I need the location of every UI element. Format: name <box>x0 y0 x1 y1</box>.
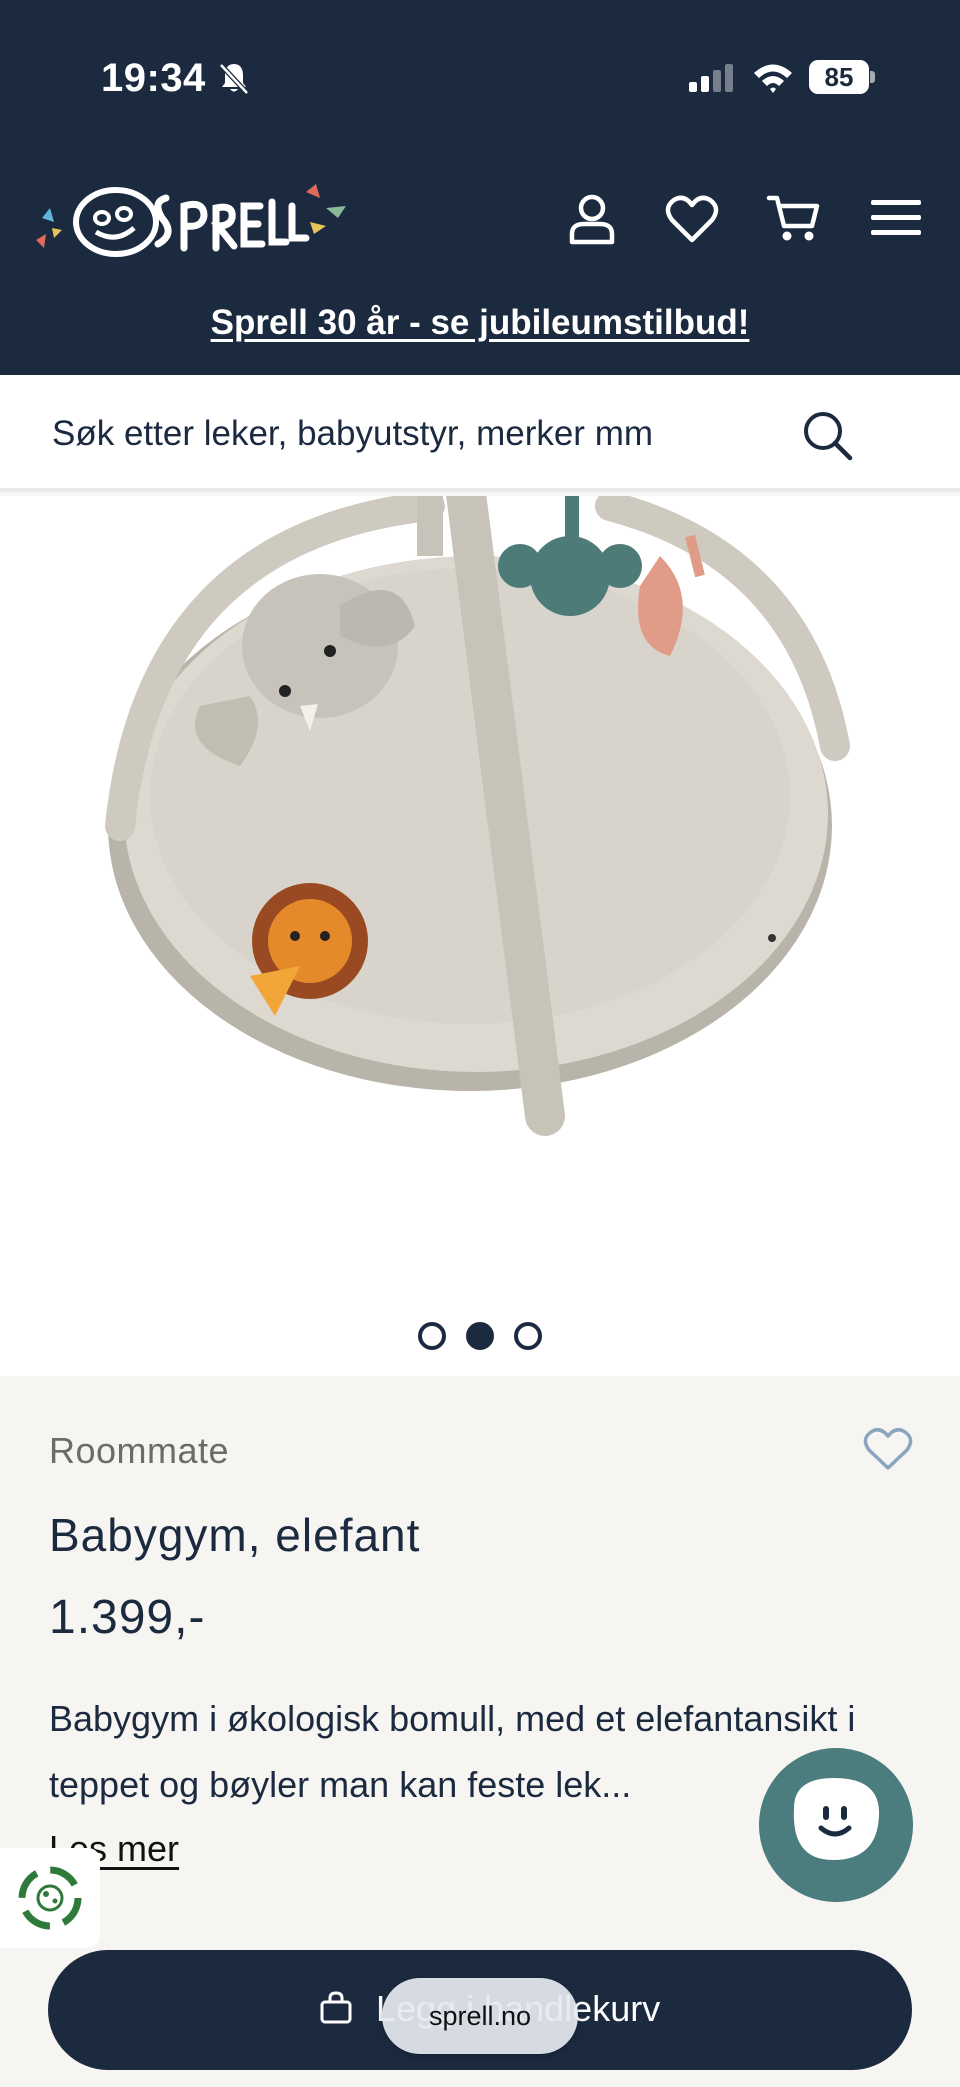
wishlist-heart-icon[interactable] <box>664 190 720 246</box>
chat-support-button[interactable] <box>759 1748 913 1902</box>
account-icon[interactable] <box>564 190 620 246</box>
cellular-signal-icon <box>689 64 733 92</box>
battery-cap <box>870 71 875 83</box>
promo-banner-link[interactable]: Sprell 30 år - se jubileumstilbud! <box>0 303 960 343</box>
browser-url-pill[interactable]: sprell.no <box>382 1978 578 2054</box>
battery-level: 85 <box>809 60 869 94</box>
product-title: Babygym, elefant <box>49 1509 421 1561</box>
bell-muted-icon <box>219 63 249 95</box>
eco-recycle-badge-icon[interactable] <box>0 1848 100 1948</box>
menu-hamburger-icon[interactable] <box>868 190 924 246</box>
search-icon[interactable] <box>800 408 856 464</box>
shopping-bag-icon <box>320 1991 352 2024</box>
site-header: 19:34 85 Sprell 30 år - se jubileumstilb… <box>0 0 960 375</box>
status-bar: 19:34 85 <box>0 0 960 150</box>
shopping-cart-icon[interactable] <box>766 190 822 246</box>
status-time: 19:34 <box>101 56 206 100</box>
sprell-logo[interactable] <box>34 178 350 262</box>
wifi-icon <box>754 64 792 93</box>
search-input[interactable] <box>52 405 772 463</box>
battery-indicator: 85 <box>809 60 875 94</box>
gallery-dot-1[interactable] <box>418 1322 446 1350</box>
gallery-pagination <box>0 1322 960 1356</box>
product-brand[interactable]: Roommate <box>49 1430 229 1472</box>
product-price: 1.399,- <box>49 1591 206 1644</box>
add-to-wishlist-heart-icon[interactable] <box>862 1422 914 1474</box>
gallery-dot-2[interactable] <box>466 1322 494 1350</box>
product-image-gallery[interactable] <box>0 496 960 1376</box>
gallery-dot-3[interactable] <box>514 1322 542 1350</box>
product-image-babygym[interactable] <box>0 496 960 1376</box>
